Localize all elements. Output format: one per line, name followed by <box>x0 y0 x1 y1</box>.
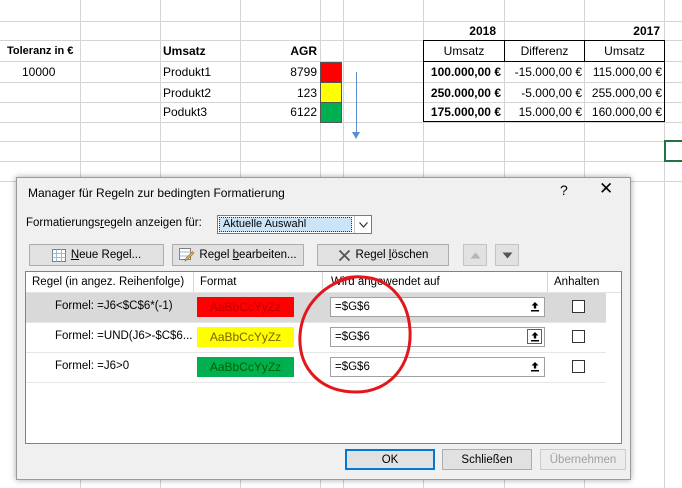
delete-rule-label: Regel löschen <box>356 249 429 261</box>
product-name[interactable]: Produkt1 <box>163 61 240 83</box>
header-products-umsatz[interactable]: Umsatz <box>163 40 240 62</box>
edit-rule-icon <box>179 248 195 262</box>
rule-row[interactable]: Formel: =J6>0 AaBbCcYyZz =$G$6 <box>26 353 606 382</box>
applies-to-value: =$G$6 <box>335 361 370 373</box>
differenz-value[interactable]: 15.000,00 € <box>505 101 584 123</box>
move-up-button[interactable] <box>463 244 487 266</box>
column-header-applies-to[interactable]: Wird angewendet auf <box>331 272 440 292</box>
delete-rule-button[interactable]: Regel löschen <box>317 244 449 266</box>
applies-to-field[interactable]: =$G$6 <box>330 297 545 317</box>
header-umsatz-2017[interactable]: Umsatz <box>585 40 664 62</box>
edit-rule-button[interactable]: Regel bearbeiten... <box>172 244 304 266</box>
move-down-button[interactable] <box>495 244 519 266</box>
gridline <box>0 21 682 22</box>
close-button[interactable]: Schließen <box>442 449 532 470</box>
edit-rule-label: Regel bearbeiten... <box>199 249 296 261</box>
active-cell-cursor[interactable] <box>664 140 682 162</box>
header-differenz[interactable]: Differenz <box>505 40 584 62</box>
product-name[interactable]: Podukt3 <box>163 101 240 123</box>
label-part: Regel <box>199 249 233 261</box>
umsatz-2018-value[interactable]: 175.000,00 € <box>424 101 504 123</box>
rule-scope-select[interactable]: Aktuelle Auswahl <box>217 215 372 234</box>
rule-formula: Formel: =UND(J6>-$C$6... <box>55 330 193 342</box>
applies-to-value: =$G$6 <box>335 301 370 313</box>
new-rule-icon <box>51 248 66 262</box>
row-separator <box>26 382 606 383</box>
label-part: earbeiten... <box>239 249 297 261</box>
help-icon[interactable]: ? <box>560 182 568 198</box>
label-part: Formatierungs <box>26 217 101 229</box>
header-umsatz-2018[interactable]: Umsatz <box>424 40 504 62</box>
year-2017: 2017 <box>633 24 660 38</box>
tolerance-label[interactable]: Toleranz in € <box>7 40 87 62</box>
rule-row[interactable]: Formel: =UND(J6>-$C$6... AaBbCcYyZz =$G$… <box>26 323 606 352</box>
product-agr[interactable]: 6122 <box>241 101 319 123</box>
differenz-value[interactable]: -15.000,00 € <box>505 61 584 83</box>
rule-scope-value: Aktuelle Auswahl <box>219 217 352 232</box>
rules-list[interactable]: Regel (in angez. Reihenfolge) Format Wir… <box>25 271 622 444</box>
dialog-title: Manager für Regeln zur bedingten Formati… <box>28 186 285 200</box>
triangle-down-icon <box>502 252 512 258</box>
applies-to-field[interactable]: =$G$6 <box>330 327 545 347</box>
stop-if-true-checkbox[interactable] <box>572 360 585 373</box>
agr-indicator-cell[interactable] <box>320 102 342 123</box>
column-header-stop[interactable]: Anhalten <box>554 272 599 292</box>
tolerance-value[interactable]: 10000 <box>22 61 80 83</box>
close-icon[interactable]: ✕ <box>599 179 613 199</box>
header-agr[interactable]: AGR <box>241 40 319 62</box>
apply-button[interactable]: Übernehmen <box>540 449 626 470</box>
collapse-dialog-icon[interactable] <box>527 359 542 374</box>
label-part: öschen <box>391 249 429 261</box>
rule-formula: Formel: =J6<$C$6*(-1) <box>55 300 173 312</box>
format-preview: AaBbCcYyZz <box>197 297 294 317</box>
collapse-dialog-icon[interactable] <box>527 299 542 314</box>
agr-indicator-cell[interactable] <box>320 82 342 103</box>
new-rule-button[interactable]: Neue Regel... <box>29 244 164 266</box>
gridline <box>0 161 682 162</box>
column-divider[interactable] <box>322 272 323 292</box>
applies-to-value: =$G$6 <box>335 331 370 343</box>
conditional-formatting-dialog: Manager für Regeln zur bedingten Formati… <box>16 177 631 480</box>
agr-indicator-cell[interactable] <box>320 62 342 83</box>
label-part: eue Regel... <box>79 249 142 261</box>
stop-if-true-checkbox[interactable] <box>572 300 585 313</box>
delete-x-icon <box>338 249 351 262</box>
arrow-down-icon <box>352 132 360 139</box>
column-header-format[interactable]: Format <box>200 272 236 292</box>
product-agr[interactable]: 8799 <box>241 61 319 83</box>
format-preview: AaBbCcYyZz <box>197 327 294 347</box>
new-rule-label: Neue Regel... <box>71 249 141 261</box>
umsatz-2017-value[interactable]: 115.000,00 € <box>585 61 664 83</box>
show-rules-label: Formatierungsregeln anzeigen für: <box>26 217 202 229</box>
column-divider[interactable] <box>193 272 194 292</box>
umsatz-2017-value[interactable]: 160.000,00 € <box>585 101 664 123</box>
mnemonic: N <box>70 249 80 261</box>
gridline <box>0 141 682 142</box>
label-part: Regel <box>355 249 389 261</box>
rule-row[interactable]: Formel: =J6<$C$6*(-1) AaBbCcYyZz =$G$6 <box>26 293 606 322</box>
label-part: egeln anzeigen für: <box>103 217 202 229</box>
applies-to-field[interactable]: =$G$6 <box>330 357 545 377</box>
stop-if-true-checkbox[interactable] <box>572 330 585 343</box>
collapse-dialog-icon[interactable] <box>527 329 542 344</box>
rule-formula: Formel: =J6>0 <box>55 360 130 372</box>
year-2018: 2018 <box>469 24 496 38</box>
format-preview: AaBbCcYyZz <box>197 357 294 377</box>
chevron-down-icon[interactable] <box>354 216 371 233</box>
column-divider[interactable] <box>547 272 548 292</box>
arrow-down-line <box>356 72 357 134</box>
triangle-up-icon <box>470 252 480 258</box>
umsatz-2018-value[interactable]: 100.000,00 € <box>424 61 504 83</box>
column-header-rule[interactable]: Regel (in angez. Reihenfolge) <box>32 272 184 292</box>
ok-button[interactable]: OK <box>345 449 435 470</box>
